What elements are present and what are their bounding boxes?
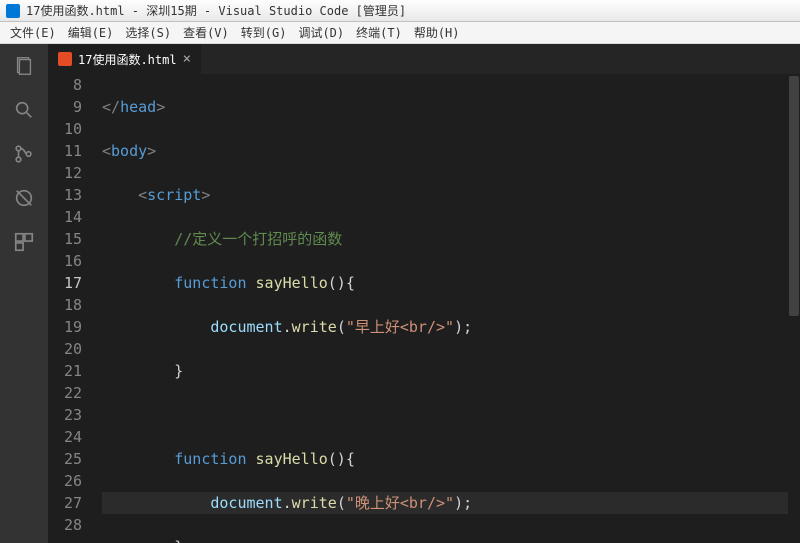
html-file-icon bbox=[58, 52, 72, 66]
menu-view[interactable]: 查看(V) bbox=[177, 24, 235, 41]
code-line: function sayHello(){ bbox=[102, 272, 800, 294]
line-number: 21 bbox=[48, 360, 82, 382]
line-number: 12 bbox=[48, 162, 82, 184]
menu-terminal[interactable]: 终端(T) bbox=[350, 24, 408, 41]
menu-debug[interactable]: 调试(D) bbox=[292, 24, 350, 41]
line-number: 15 bbox=[48, 228, 82, 250]
code-line bbox=[102, 404, 800, 426]
tab-htmlfile[interactable]: 17使用函数.html × bbox=[48, 44, 202, 74]
line-number-gutter: 8 9 10 11 12 13 14 15 16 17 18 19 20 21 … bbox=[48, 74, 96, 543]
line-number: 11 bbox=[48, 140, 82, 162]
editor-area: 17使用函数.html × 函数名相同时 后面的会将前面的覆盖掉 8 9 10 … bbox=[48, 44, 800, 543]
code-line: //定义一个打招呼的函数 bbox=[102, 228, 800, 250]
line-number: 14 bbox=[48, 206, 82, 228]
code-line: </head> bbox=[102, 96, 800, 118]
window-title: 17使用函数.html - 深圳15期 - Visual Studio Code… bbox=[26, 2, 406, 19]
code-line: } bbox=[102, 360, 800, 382]
menu-edit[interactable]: 编辑(E) bbox=[62, 24, 120, 41]
code-line: function sayHello(){ bbox=[102, 448, 800, 470]
code-line: } bbox=[102, 536, 800, 543]
code-line-current: document.write("晚上好<br/>"); bbox=[102, 492, 800, 514]
menu-file[interactable]: 文件(E) bbox=[4, 24, 62, 41]
debug-icon[interactable] bbox=[12, 186, 36, 210]
explorer-icon[interactable] bbox=[12, 54, 36, 78]
code-line: <body> bbox=[102, 140, 800, 162]
code-editor[interactable]: 8 9 10 11 12 13 14 15 16 17 18 19 20 21 … bbox=[48, 74, 800, 543]
line-number: 22 bbox=[48, 382, 82, 404]
search-icon[interactable] bbox=[12, 98, 36, 122]
menubar: 文件(E) 编辑(E) 选择(S) 查看(V) 转到(G) 调试(D) 终端(T… bbox=[0, 22, 800, 44]
line-number: 28 bbox=[48, 514, 82, 536]
tab-label: 17使用函数.html bbox=[78, 51, 177, 68]
line-number: 9 bbox=[48, 96, 82, 118]
window-titlebar: 17使用函数.html - 深圳15期 - Visual Studio Code… bbox=[0, 0, 800, 22]
close-icon[interactable]: × bbox=[183, 52, 191, 66]
code-line: <script> bbox=[102, 184, 800, 206]
line-number: 18 bbox=[48, 294, 82, 316]
code-content[interactable]: </head> <body> <script> //定义一个打招呼的函数 fun… bbox=[96, 74, 800, 543]
menu-selection[interactable]: 选择(S) bbox=[119, 24, 177, 41]
tab-bar: 17使用函数.html × bbox=[48, 44, 800, 74]
line-number: 25 bbox=[48, 448, 82, 470]
line-number: 26 bbox=[48, 470, 82, 492]
extensions-icon[interactable] bbox=[12, 230, 36, 254]
code-line: document.write("早上好<br/>"); bbox=[102, 316, 800, 338]
line-number: 24 bbox=[48, 426, 82, 448]
app-icon bbox=[6, 4, 20, 18]
line-number: 13 bbox=[48, 184, 82, 206]
line-number: 19 bbox=[48, 316, 82, 338]
menu-help[interactable]: 帮助(H) bbox=[408, 24, 466, 41]
line-number: 23 bbox=[48, 404, 82, 426]
line-number: 20 bbox=[48, 338, 82, 360]
scrollbar-thumb[interactable] bbox=[789, 76, 799, 316]
line-number: 27 bbox=[48, 492, 82, 514]
line-number: 17 bbox=[48, 272, 82, 294]
menu-go[interactable]: 转到(G) bbox=[235, 24, 293, 41]
vertical-scrollbar[interactable] bbox=[788, 74, 800, 543]
source-control-icon[interactable] bbox=[12, 142, 36, 166]
activity-bar bbox=[0, 44, 48, 543]
line-number: 10 bbox=[48, 118, 82, 140]
line-number: 8 bbox=[48, 74, 82, 96]
line-number: 16 bbox=[48, 250, 82, 272]
